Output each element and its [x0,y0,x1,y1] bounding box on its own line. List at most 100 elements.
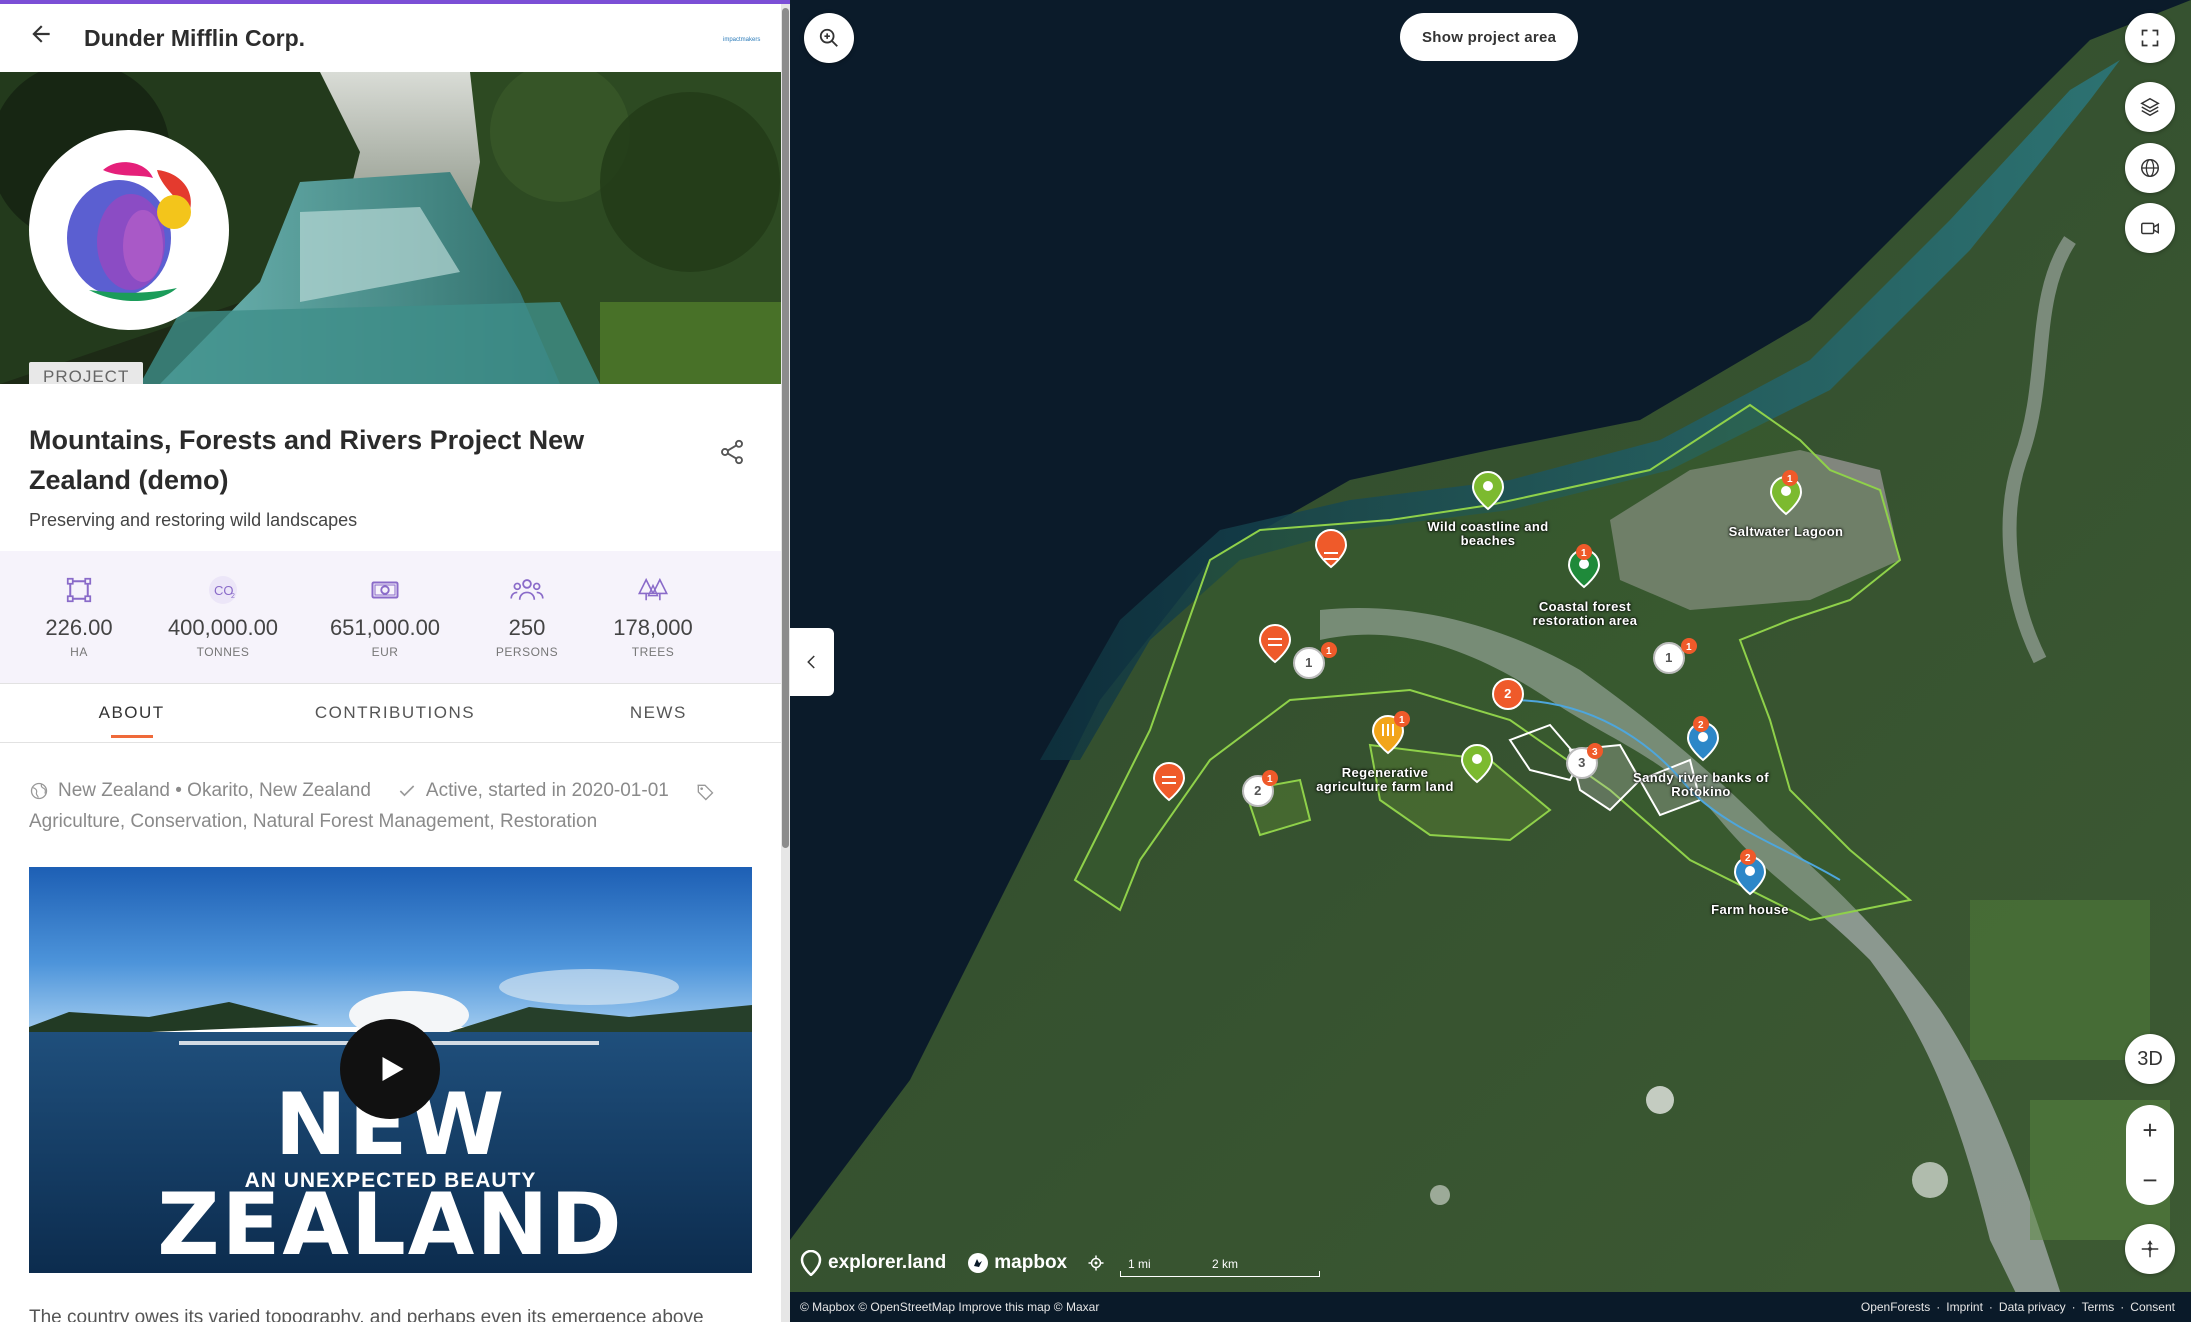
label-farm-house[interactable]: Farm house [1690,903,1810,917]
project-stats: 226.00 HA CO 2 400,000.00 TONNES 651,000.… [0,551,790,683]
money-icon [302,573,468,607]
map-attribution-bar: © Mapbox © OpenStreetMap Improve this ma… [790,1292,2191,1322]
map-attribution[interactable]: © Mapbox © OpenStreetMap Improve this ma… [800,1300,1099,1314]
zoom-search-button[interactable] [804,13,854,63]
video-camera-button[interactable] [2125,203,2175,253]
zoom-in-button[interactable]: + [2126,1105,2174,1155]
tag-icon [695,781,715,801]
cluster-count: 1 [1305,655,1313,670]
video-camera-icon [2141,222,2159,235]
label-sandy-river-banks[interactable]: Sandy river banks of Rotokino [1626,771,1776,799]
project-tags[interactable]: Agriculture, Conservation, Natural Fores… [29,806,761,837]
post-marker[interactable] [1314,529,1348,569]
panel-scrollbar[interactable] [781,4,790,1322]
project-meta: New Zealand • Okarito, New Zealand Activ… [0,743,790,837]
area-icon [14,573,144,607]
explorer-land-pin-icon [800,1250,822,1276]
tab-contributions[interactable]: CONTRIBUTIONS [263,684,526,742]
globe-button[interactable] [2125,143,2175,193]
project-title: Mountains, Forests and Rivers Project Ne… [29,425,585,495]
map-markers-layer [1152,470,1803,896]
project-subtitle: Preserving and restoring wild landscapes [29,510,358,530]
stat-value: 178,000 [613,615,693,640]
svg-text:2: 2 [231,593,235,600]
project-header: Mountains, Forests and Rivers Project Ne… [0,384,790,531]
locate-icon[interactable] [1087,1254,1105,1272]
badge-count: 2 [1745,853,1751,864]
label-saltwater-lagoon[interactable]: Saltwater Lagoon [1716,525,1856,539]
back-arrow-icon[interactable] [28,21,74,55]
stat-unit: PERSONS [495,645,559,659]
label-regenerative-agriculture[interactable]: Regenerative agriculture farm land [1310,766,1460,794]
footer-separator: · [1936,1300,1941,1314]
stat-value: 651,000.00 [329,615,441,640]
co2-icon: CO 2 [144,573,302,607]
badge-count: 3 [1592,747,1598,758]
project-panel: Dunder Mifflin Corp. impactmakers PROJEC… [0,0,790,1322]
zoom-controls: + − [2126,1105,2174,1205]
project-location: New Zealand • Okarito, New Zealand [58,780,371,801]
footer-link-consent[interactable]: Consent [2130,1300,2175,1314]
green-marker[interactable] [1460,744,1494,784]
footer-link-imprint[interactable]: Imprint [1946,1300,1983,1314]
play-button[interactable] [340,1019,440,1119]
map-scale: 1 mi 2 km [1120,1257,1320,1277]
project-status: Active, started in 2020-01-01 [425,780,669,801]
stat-unit: EUR [371,645,399,659]
stat-persons: 250 PERSONS [468,551,586,683]
zoom-search-icon [819,28,838,47]
footer-link-terms[interactable]: Terms [2082,1300,2115,1314]
scale-bar [1120,1271,1320,1277]
stat-unit: HA [70,645,88,659]
checkmark-icon [397,781,417,801]
compass-button[interactable] [2125,1224,2175,1274]
badge-count: 1 [1399,715,1405,726]
svg-text:impactmakers: impactmakers [723,37,760,43]
badge-count: 1 [1267,774,1273,785]
layers-button[interactable] [2125,82,2175,132]
mapbox-icon [968,1253,989,1273]
panel-tabs: ABOUT CONTRIBUTIONS NEWS [0,683,790,743]
satellite-map[interactable]: 1 1 2 2 3 1 1 1 1 2 1 3 1 2 Wild coastli… [790,0,2191,1322]
bt-logo-icon [67,162,191,302]
project-type-badge: PROJECT [29,362,144,384]
fullscreen-icon [2141,29,2159,47]
project-description: The country owes its varied topography, … [29,1307,704,1322]
video-subtitle: AN UNEXPECTED BEAUTY [244,1169,537,1192]
badge-count: 1 [1581,548,1587,559]
chevron-left-icon [807,655,815,669]
green-marker[interactable] [1471,471,1505,511]
scale-mi: 1 mi [1128,1257,1151,1271]
share-icon[interactable] [718,438,748,468]
footer-separator: · [1988,1300,1993,1314]
post-marker[interactable] [1258,624,1292,664]
label-wild-coastline[interactable]: Wild coastline and beaches [1418,520,1558,548]
mapbox-logo[interactable]: mapbox [994,1252,1067,1274]
badge-count: 1 [1686,642,1692,653]
zoom-out-button[interactable]: − [2126,1155,2174,1205]
globe-icon [29,781,49,801]
project-video[interactable]: NEW ZEALAND AN UNEXPECTED BEAUTY [29,867,752,1273]
label-coastal-forest[interactable]: Coastal forest restoration area [1510,600,1660,628]
tab-news[interactable]: NEWS [527,684,790,742]
fullscreen-button[interactable] [2125,13,2175,63]
footer-link-data-privacy[interactable]: Data privacy [1999,1300,2066,1314]
tab-about[interactable]: ABOUT [0,684,263,742]
footer-link-openforests[interactable]: OpenForests [1861,1300,1930,1314]
persons-icon [468,573,586,607]
trees-icon [586,573,720,607]
cluster-count: 1 [1665,650,1673,665]
explorer-land-logo[interactable]: explorer.land [828,1252,946,1274]
post-marker[interactable] [1152,762,1186,802]
show-project-area-button[interactable]: Show project area [1400,13,1579,61]
scrollbar-thumb[interactable] [782,8,789,848]
globe-icon [2141,159,2159,177]
cluster-count: 2 [1504,686,1512,701]
organization-name[interactable]: Dunder Mifflin Corp. [84,25,722,52]
footer-separator: · [2071,1300,2076,1314]
collapse-panel-button[interactable] [790,628,834,696]
3d-toggle-button[interactable]: 3D [2125,1034,2175,1084]
scale-km: 2 km [1212,1257,1239,1271]
stat-co2: CO 2 400,000.00 TONNES [144,551,302,683]
footer-separator: · [2120,1300,2125,1314]
